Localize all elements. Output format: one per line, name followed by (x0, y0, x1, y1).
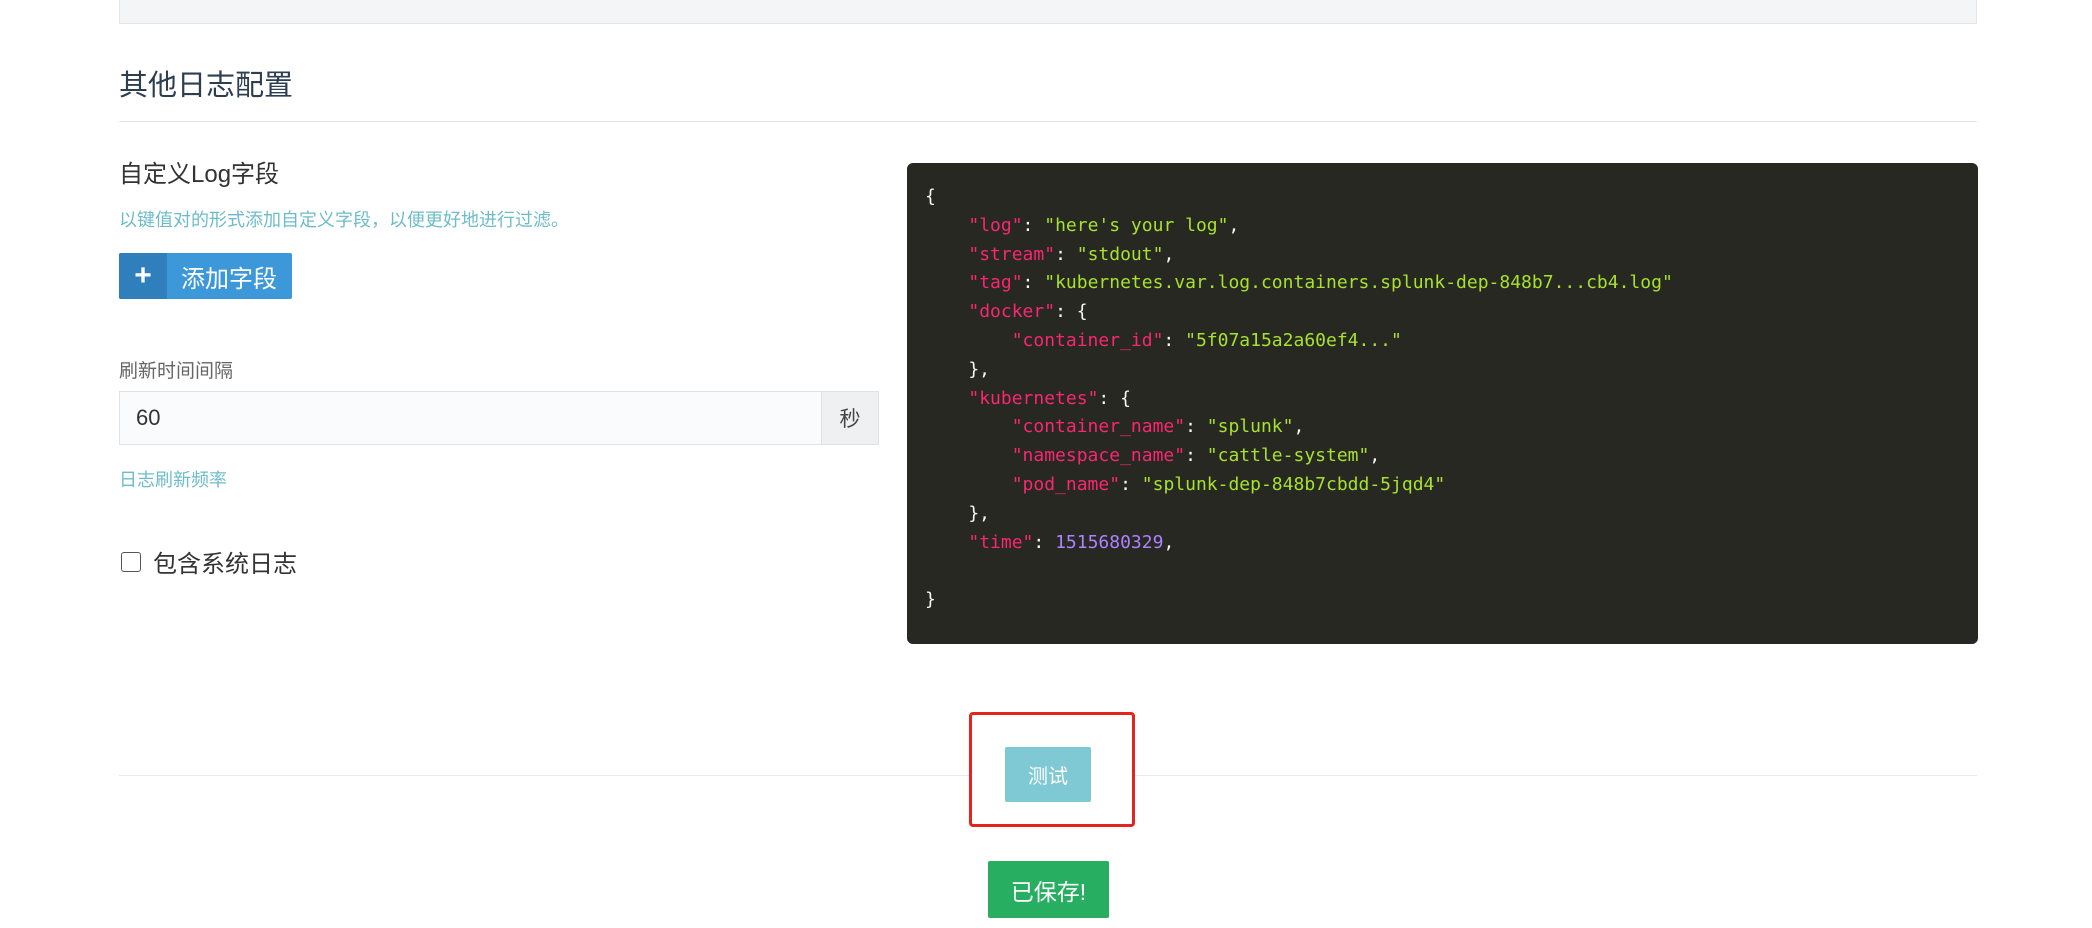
code-token: : (1185, 416, 1207, 438)
code-token: "container_id" (1011, 329, 1164, 351)
code-token: "log" (968, 214, 1023, 236)
include-system-log-checkbox[interactable] (121, 551, 141, 572)
code-token: : (1185, 445, 1207, 467)
code-token: "5f07a15a2a60ef4..." (1185, 329, 1402, 351)
code-token: , (1293, 416, 1305, 438)
code-token: "time" (968, 531, 1034, 553)
code-token: "stream" (968, 243, 1056, 265)
code-token: { (925, 186, 936, 207)
code-line: }, (925, 500, 1978, 529)
code-line: }, (925, 356, 1978, 385)
code-token: "namespace_name" (1011, 445, 1186, 467)
logging-settings-page: 其他日志配置 自定义Log字段 以键值对的形式添加自定义字段，以便更好地进行过滤… (0, 0, 2092, 928)
code-line: { (925, 183, 1978, 212)
code-line: "time": 1515680329, (925, 529, 1978, 558)
code-token: "cattle-system" (1206, 445, 1370, 467)
code-token: "splunk-dep-848b7cbdd-5jqd4" (1141, 473, 1446, 495)
code-token: 1515680329 (1055, 531, 1164, 553)
refresh-interval-unit: 秒 (821, 391, 879, 445)
code-token: : (1055, 243, 1077, 265)
code-token: , (1369, 445, 1381, 467)
add-field-button-label: 添加字段 (181, 265, 277, 293)
code-token: }, (925, 502, 991, 524)
code-token: : { (1055, 301, 1088, 323)
code-token: : (1120, 473, 1142, 495)
include-system-log-label: 包含系统日志 (153, 551, 297, 578)
code-token: "kubernetes" (968, 387, 1099, 409)
include-system-log-option: 包含系统日志 (119, 544, 297, 579)
code-token: , (1163, 243, 1175, 265)
code-line: "tag": "kubernetes.var.log.containers.sp… (925, 269, 1978, 298)
code-token: : (1033, 531, 1056, 553)
code-token: } (925, 589, 936, 611)
code-line: "namespace_name": "cattle-system", (925, 442, 1978, 471)
refresh-interval-help: 日志刷新频率 (119, 470, 227, 490)
code-token: : (1022, 272, 1045, 294)
code-line: "docker": { (925, 298, 1978, 327)
code-line: "pod_name": "splunk-dep-848b7cbdd-5jqd4" (925, 471, 1978, 500)
code-token: "here's your log" (1044, 214, 1229, 236)
code-line: "log": "here's your log", (925, 212, 1978, 241)
refresh-interval-label: 刷新时间间隔 (119, 361, 234, 382)
code-token: : { (1098, 387, 1131, 409)
refresh-interval-input-group: 秒 (119, 391, 879, 445)
code-token: }, (925, 358, 991, 380)
custom-log-field-help: 以键值对的形式添加自定义字段，以便更好地进行过滤。 (119, 210, 569, 230)
code-token: "pod_name" (1011, 473, 1121, 495)
sample-log-code-block: { "log": "here's your log", "stream": "s… (907, 163, 1978, 644)
code-line: "container_id": "5f07a15a2a60ef4..." (925, 327, 1978, 356)
save-button[interactable]: 已保存! (988, 861, 1109, 918)
code-token: , (1163, 531, 1175, 553)
code-token: "kubernetes.var.log.containers.splunk-de… (1044, 272, 1673, 294)
code-line: "container_name": "splunk", (925, 413, 1978, 442)
code-token: "stdout" (1076, 243, 1164, 265)
previous-section-panel (119, 0, 1977, 24)
code-token: : (1022, 214, 1045, 236)
section-title: 其他日志配置 (119, 70, 294, 102)
refresh-interval-input[interactable] (119, 391, 821, 445)
code-line: "stream": "stdout", (925, 241, 1978, 270)
add-field-button[interactable]: + 添加字段 (119, 253, 292, 299)
code-line: "kubernetes": { (925, 385, 1978, 414)
code-line: } (925, 586, 1978, 615)
custom-log-field-label: 自定义Log字段 (119, 161, 280, 188)
code-token: "splunk" (1206, 416, 1294, 438)
code-token: "docker" (968, 301, 1056, 323)
code-token: , (1228, 214, 1240, 236)
test-button[interactable]: 测试 (1005, 747, 1091, 802)
plus-icon: + (119, 253, 167, 299)
code-token: "tag" (968, 272, 1023, 294)
section-divider (119, 121, 1977, 122)
code-token: "container_name" (1011, 416, 1186, 438)
code-token: : (1163, 329, 1186, 351)
